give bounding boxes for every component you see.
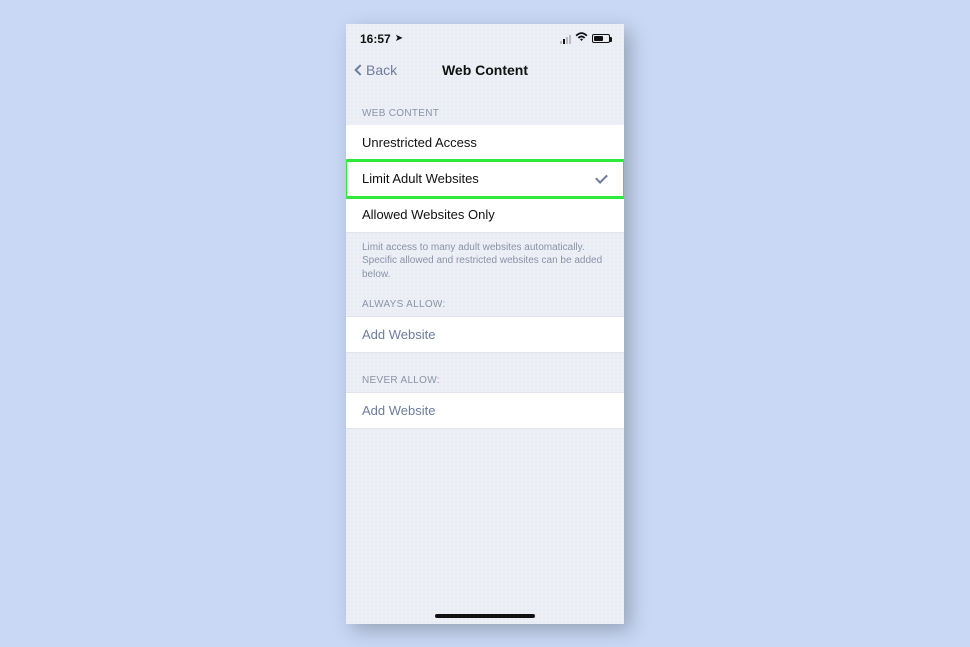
chevron-left-icon: [354, 64, 365, 75]
add-website-allow[interactable]: Add Website: [346, 316, 624, 353]
battery-icon: [592, 34, 610, 43]
phone-frame: 16:57 ➤ Back Web Content WEB CONTENT Unr…: [346, 24, 624, 624]
location-icon: ➤: [395, 33, 403, 44]
cellular-icon: [560, 34, 571, 44]
status-time: 16:57: [360, 32, 391, 46]
page-title: Web Content: [442, 62, 528, 78]
nav-bar: Back Web Content: [346, 54, 624, 86]
option-label: Allowed Websites Only: [362, 207, 495, 222]
checkmark-icon: [596, 172, 608, 184]
option-unrestricted-access[interactable]: Unrestricted Access: [346, 125, 624, 161]
section-footer-text: Limit access to many adult websites auto…: [346, 233, 624, 290]
back-button[interactable]: Back: [356, 62, 397, 78]
wifi-icon: [575, 32, 588, 45]
section-header-always-allow: ALWAYS ALLOW:: [346, 289, 624, 316]
home-indicator[interactable]: [435, 614, 535, 618]
option-limit-adult-websites[interactable]: Limit Adult Websites: [346, 161, 624, 197]
back-label: Back: [366, 62, 397, 78]
section-header-web-content: WEB CONTENT: [346, 86, 624, 125]
add-website-block[interactable]: Add Website: [346, 392, 624, 429]
option-label: Limit Adult Websites: [362, 171, 479, 186]
option-allowed-websites-only[interactable]: Allowed Websites Only: [346, 197, 624, 233]
status-bar: 16:57 ➤: [346, 24, 624, 54]
add-website-label: Add Website: [362, 403, 435, 418]
add-website-label: Add Website: [362, 327, 435, 342]
option-label: Unrestricted Access: [362, 135, 477, 150]
section-header-never-allow: NEVER ALLOW:: [346, 353, 624, 392]
